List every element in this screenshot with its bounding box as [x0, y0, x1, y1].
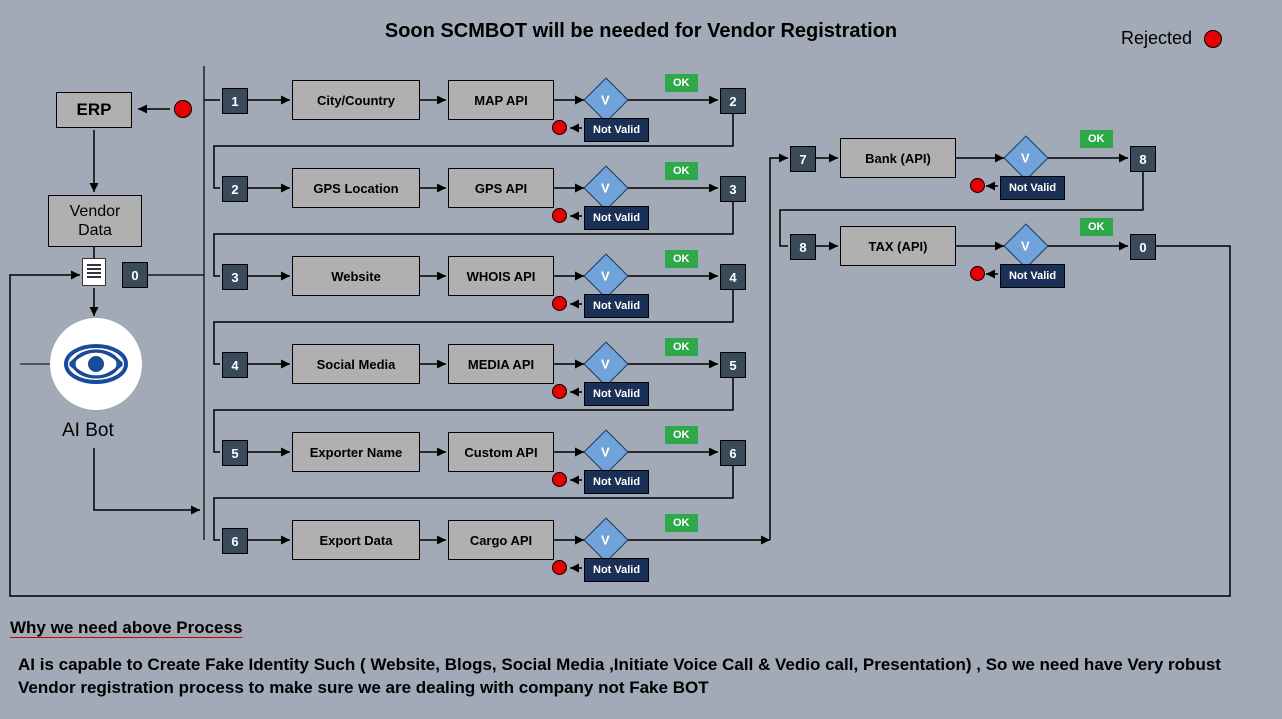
step-number: 4: [720, 264, 746, 290]
document-icon: [82, 258, 106, 286]
ok-badge: OK: [665, 338, 698, 356]
notvalid-badge: Not Valid: [1000, 264, 1065, 288]
api-box: TAX (API): [840, 226, 956, 266]
vendor-line2: Data: [78, 221, 112, 240]
notvalid-badge: Not Valid: [584, 558, 649, 582]
erp-box: ERP: [56, 92, 132, 128]
footer-heading: Why we need above Process: [10, 618, 242, 638]
ok-badge: OK: [665, 162, 698, 180]
footer-body: AI is capable to Create Fake Identity Su…: [18, 654, 1258, 700]
api-box: Bank (API): [840, 138, 956, 178]
step-number: 8: [1130, 146, 1156, 172]
step-number: 0: [122, 262, 148, 288]
notvalid-badge: Not Valid: [1000, 176, 1065, 200]
step-number: 5: [720, 352, 746, 378]
connector-lines: [0, 0, 1282, 719]
ok-badge: OK: [1080, 130, 1113, 148]
check-box: City/Country: [292, 80, 420, 120]
decision-diamond: V: [1003, 135, 1048, 180]
step-number: 8: [790, 234, 816, 260]
api-box: Custom API: [448, 432, 554, 472]
check-box: Exporter Name: [292, 432, 420, 472]
check-box: Social Media: [292, 344, 420, 384]
decision-diamond: V: [583, 77, 628, 122]
legend-label: Rejected: [1121, 28, 1192, 49]
red-dot-icon: [552, 384, 567, 399]
step-number: 7: [790, 146, 816, 172]
check-box: GPS Location: [292, 168, 420, 208]
step-number: 3: [222, 264, 248, 290]
ok-badge: OK: [1080, 218, 1113, 236]
red-dot-icon: [552, 120, 567, 135]
step-number: 6: [720, 440, 746, 466]
step-number: 3: [720, 176, 746, 202]
step-number: 6: [222, 528, 248, 554]
step-number: 0: [1130, 234, 1156, 260]
decision-diamond: V: [583, 165, 628, 210]
red-dot-icon: [970, 178, 985, 193]
api-box: Cargo API: [448, 520, 554, 560]
red-dot-icon: [552, 208, 567, 223]
ok-badge: OK: [665, 426, 698, 444]
api-box: MAP API: [448, 80, 554, 120]
api-box: GPS API: [448, 168, 554, 208]
notvalid-badge: Not Valid: [584, 294, 649, 318]
ok-badge: OK: [665, 250, 698, 268]
legend-rejected: Rejected: [1121, 28, 1222, 49]
step-number: 2: [222, 176, 248, 202]
ai-bot-label: AI Bot: [62, 420, 114, 442]
api-box: MEDIA API: [448, 344, 554, 384]
step-number: 5: [222, 440, 248, 466]
red-dot-icon: [1204, 30, 1222, 48]
decision-diamond: V: [1003, 223, 1048, 268]
ai-bot-icon: [50, 318, 142, 410]
red-dot-icon: [174, 100, 192, 118]
ok-badge: OK: [665, 514, 698, 532]
notvalid-badge: Not Valid: [584, 382, 649, 406]
api-box: WHOIS API: [448, 256, 554, 296]
notvalid-badge: Not Valid: [584, 206, 649, 230]
notvalid-badge: Not Valid: [584, 118, 649, 142]
decision-diamond: V: [583, 517, 628, 562]
red-dot-icon: [970, 266, 985, 281]
red-dot-icon: [552, 296, 567, 311]
page-title: Soon SCMBOT will be needed for Vendor Re…: [0, 20, 1282, 43]
check-box: Export Data: [292, 520, 420, 560]
red-dot-icon: [552, 560, 567, 575]
decision-diamond: V: [583, 341, 628, 386]
decision-diamond: V: [583, 429, 628, 474]
decision-diamond: V: [583, 253, 628, 298]
vendor-data-box: Vendor Data: [48, 195, 142, 247]
step-number: 4: [222, 352, 248, 378]
step-number: 1: [222, 88, 248, 114]
notvalid-badge: Not Valid: [584, 470, 649, 494]
check-box: Website: [292, 256, 420, 296]
vendor-line1: Vendor: [70, 202, 121, 221]
red-dot-icon: [552, 472, 567, 487]
ok-badge: OK: [665, 74, 698, 92]
step-number: 2: [720, 88, 746, 114]
